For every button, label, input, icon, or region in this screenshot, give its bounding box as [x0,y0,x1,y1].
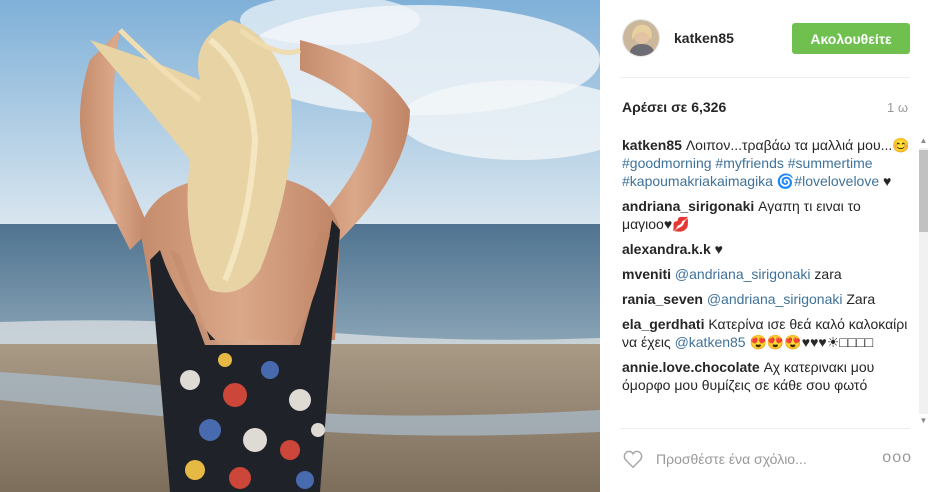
comment-link[interactable]: @andriana_sirigonaki [675,266,811,282]
post-time[interactable]: 1 ω [887,100,908,115]
comment-link[interactable]: #kapoumakriakaimagika [622,173,773,189]
comment-item: annie.love.chocolate Αχ κατερινακι μου ό… [622,358,910,394]
avatar-image [623,20,659,56]
comments-list: katken85 Λοιπον...τραβάω τα μαλλιά μου..… [622,136,910,426]
comment-username[interactable]: katken85 [622,137,682,153]
comment-text: 😍😍😍♥♥♥☀□□□□ [745,334,874,350]
comment-item: katken85 Λοιπον...τραβάω τα μαλλιά μου..… [622,136,910,190]
comment-username[interactable]: andriana_sirigonaki [622,198,754,214]
comment-text: zara [810,266,842,282]
comment-text: Λοιπον...τραβάω τα μαλλιά μου...😊 [685,137,910,153]
comment-item: ela_gerdhati Κατερίνα ισε θεά καλό καλοκ… [622,315,910,351]
post-footer: ooo [620,440,912,480]
comment-text: ♥ [714,241,723,257]
comment-input[interactable] [656,448,866,470]
comment-item: rania_seven @andriana_sirigonaki Zara [622,290,910,308]
comment-username[interactable]: rania_seven [622,291,703,307]
scroll-down-arrow-icon[interactable]: ▼ [918,416,929,426]
comment-text: ♥ [879,173,892,189]
post-username[interactable]: katken85 [674,30,734,46]
comment-link[interactable]: #goodmorning [622,155,712,171]
avatar[interactable] [622,19,660,57]
more-options-icon[interactable]: ooo [882,449,912,467]
post-side-panel: katken85 Ακολουθείτε Αρέσει σε 6,326 1 ω… [600,0,934,492]
divider [620,77,910,78]
scroll-up-arrow-icon[interactable]: ▲ [918,136,929,146]
comment-username[interactable]: alexandra.k.k [622,241,711,257]
comment-link[interactable]: @katken85 [675,334,746,350]
post-photo[interactable] [0,0,600,492]
comment-link[interactable]: #myfriends [715,155,783,171]
comment-username[interactable]: ela_gerdhati [622,316,704,332]
post-header: katken85 Ακολουθείτε [620,17,912,59]
comment-item: alexandra.k.k ♥ [622,240,910,258]
scrollbar-thumb[interactable] [919,150,928,232]
beach-photo [0,0,600,492]
likes-count[interactable]: Αρέσει σε 6,326 [622,99,726,115]
comment-text: Zara [842,291,876,307]
following-button[interactable]: Ακολουθείτε [792,23,910,54]
comment-username[interactable]: mveniti [622,266,671,282]
comment-item: andriana_sirigonaki Αγαπη τι ειναι το μα… [622,197,910,233]
comment-username[interactable]: annie.love.chocolate [622,359,760,375]
comments-scrollbar[interactable]: ▲ ▼ [915,136,931,426]
heart-icon[interactable] [622,448,644,470]
instagram-post: katken85 Ακολουθείτε Αρέσει σε 6,326 1 ω… [0,0,934,492]
divider [620,428,910,429]
comment-text: 🌀 [772,173,795,189]
comment-item: mveniti @andriana_sirigonaki zara [622,265,910,283]
comment-link[interactable]: #summertime [788,155,873,171]
comment-link[interactable]: @andriana_sirigonaki [707,291,843,307]
comment-link[interactable]: #lovelovelove [794,173,879,189]
